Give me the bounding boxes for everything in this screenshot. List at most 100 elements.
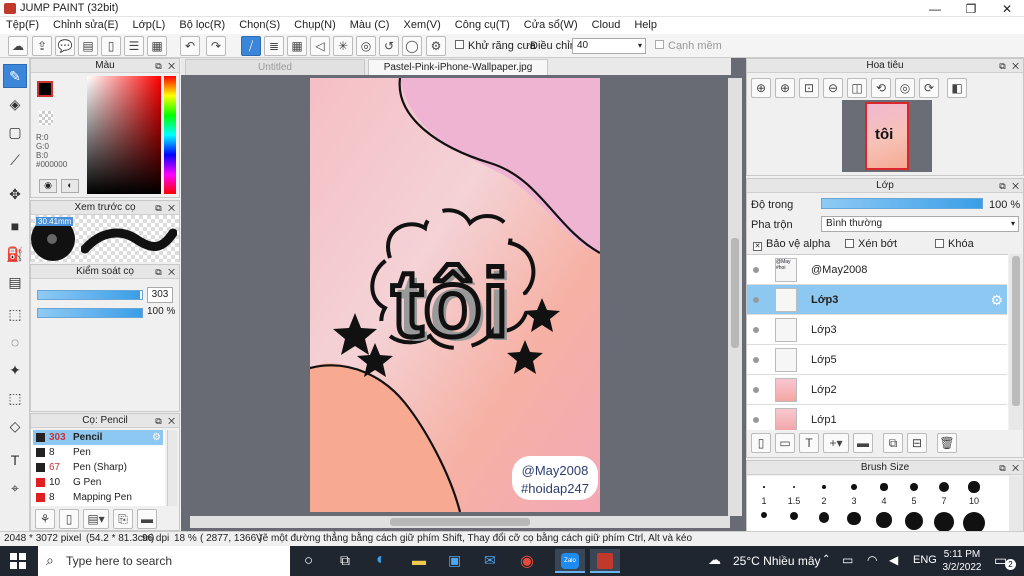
layer-row[interactable]: Lớp2 <box>747 375 1007 405</box>
actual-size-icon[interactable]: ◫ <box>847 78 867 98</box>
brush-size-option[interactable]: 5 <box>899 478 929 530</box>
menu-tools[interactable]: Công cụ(T) <box>455 17 510 34</box>
gradient-tool-icon[interactable]: ▤ <box>3 270 27 294</box>
artwork-canvas[interactable]: tôi tôi @May2008 #hoidap247 <box>310 78 600 512</box>
visibility-icon[interactable] <box>753 327 759 333</box>
brush-size-slider[interactable] <box>37 290 143 300</box>
move-tool-icon[interactable]: ✥ <box>3 182 27 206</box>
tray-chevron-icon[interactable]: ⌃ <box>822 554 830 565</box>
windows-start-icon[interactable] <box>10 553 26 569</box>
edge-icon[interactable]: ◐ <box>376 551 386 569</box>
menu-select[interactable]: Chọn(S) <box>239 17 280 34</box>
vertical-scrollbar[interactable] <box>728 78 742 516</box>
network-icon[interactable]: ▭ <box>842 553 853 567</box>
duplicate-layer-icon[interactable]: ⧉ <box>883 433 903 453</box>
lock-checkbox[interactable]: Khóa <box>935 238 974 250</box>
layer-row[interactable]: Lớp3 <box>747 315 1007 345</box>
menu-file[interactable]: Tệp(F) <box>6 17 39 34</box>
eyedrop-color-icon[interactable]: ◐ <box>61 179 79 193</box>
vertical-scroll-thumb[interactable] <box>731 238 739 348</box>
menu-view[interactable]: Xem(V) <box>403 17 440 34</box>
rotate-right-icon[interactable]: ⟳ <box>919 78 939 98</box>
panel-window-icon[interactable]: ⧉ ✕ <box>155 60 177 73</box>
zoom-reset-icon[interactable]: ⊕ <box>751 78 771 98</box>
mail-icon[interactable]: ✉ <box>484 552 496 569</box>
brush-size-option[interactable]: 7 <box>929 478 959 533</box>
cloud-icon[interactable]: ☁ <box>8 36 28 56</box>
perspective-icon[interactable]: ◁ <box>310 36 330 56</box>
brush-tool-icon[interactable]: ✎ <box>3 64 27 88</box>
brush-opacity-slider[interactable] <box>37 308 143 318</box>
transparent-swatch[interactable] <box>39 111 53 125</box>
menu-filter[interactable]: Bộ lọc(R) <box>179 17 225 34</box>
bucket-tool-icon[interactable]: ⛽ <box>3 242 27 266</box>
grid-pattern-icon[interactable]: ▦ <box>287 36 307 56</box>
maximize-button[interactable]: ❐ <box>954 0 988 17</box>
straight-line-icon[interactable]: ⧸ <box>241 36 261 56</box>
layer-row[interactable]: @May #hoi @May2008 <box>747 255 1007 285</box>
brush-item-pencil[interactable]: 303 Pencil ⚙ <box>33 430 163 445</box>
protect-alpha-checkbox[interactable]: ✕ Bảo vệ alpha <box>753 238 830 251</box>
new-raster-layer-icon[interactable]: ▭ <box>775 433 795 453</box>
zalo-icon[interactable]: Zalo <box>555 549 585 573</box>
merge-layer-icon[interactable]: ⊟ <box>907 433 927 453</box>
layer-scroll-thumb[interactable] <box>1012 256 1020 406</box>
clip-checkbox[interactable]: Xén bớt <box>845 238 897 250</box>
soft-edge-checkbox[interactable]: Cạnh mềm <box>655 40 722 52</box>
brush-size-option[interactable]: 4 <box>869 478 899 528</box>
list-icon[interactable]: ☰ <box>124 36 144 56</box>
rectangle-tool-icon[interactable]: ▢ <box>3 120 27 144</box>
brush-size-option[interactable]: 1.5 <box>779 478 809 521</box>
layer-row[interactable]: Lớp5 <box>747 345 1007 375</box>
brush-size-scrollbar[interactable] <box>1009 476 1023 531</box>
menu-edit[interactable]: Chỉnh sửa(E) <box>53 17 118 34</box>
hatch-icon[interactable]: ≣ <box>264 36 284 56</box>
select-eraser-tool-icon[interactable]: ◇ <box>3 414 27 438</box>
weather-text[interactable]: 25°C Nhiều mây <box>733 554 821 568</box>
horizontal-scroll-thumb[interactable] <box>390 518 530 526</box>
tab-wallpaper[interactable]: Pastel-Pink-iPhone-Wallpaper.jpg <box>368 59 548 75</box>
visibility-icon[interactable] <box>753 387 759 393</box>
antialias-checkbox[interactable]: Khử răng cưa <box>455 40 536 52</box>
add-brush-icon[interactable]: ⚘ <box>35 509 55 529</box>
panel-window-icon[interactable]: ⧉ ✕ <box>155 266 177 279</box>
menu-layer[interactable]: Lớp(L) <box>132 17 165 34</box>
language-indicator[interactable]: ENG <box>913 554 937 566</box>
adjust-select[interactable]: 40 ▾ <box>572 38 646 54</box>
curve-icon[interactable]: ↺ <box>379 36 399 56</box>
cortana-icon[interactable]: ○ <box>304 552 313 569</box>
rotate-left-icon[interactable]: ⟲ <box>871 78 891 98</box>
visibility-icon[interactable] <box>753 357 759 363</box>
new-brush-icon[interactable]: ▯ <box>59 509 79 529</box>
file-explorer-icon[interactable]: ▬ <box>412 552 426 568</box>
panel-window-icon[interactable]: ⧉ ✕ <box>155 415 177 428</box>
layer-row[interactable]: Lớp1 <box>747 405 1007 430</box>
layer-folder-icon[interactable]: ▬ <box>853 433 873 453</box>
visibility-icon[interactable] <box>753 267 759 273</box>
brush-item-pen-sharp[interactable]: 67 Pen (Sharp) <box>33 460 163 475</box>
folder-icon[interactable]: ▬ <box>137 509 157 529</box>
tab-untitled[interactable]: Untitled <box>185 59 365 75</box>
line-tool-icon[interactable]: ⟋ <box>3 148 27 172</box>
taskbar-search[interactable]: ⌕ Type here to search <box>38 546 290 576</box>
lasso-tool-icon[interactable]: ◌ <box>3 330 27 354</box>
task-view-icon[interactable]: ⧉ <box>340 552 350 569</box>
close-button[interactable]: ✕ <box>990 0 1024 17</box>
copy-brush-icon[interactable]: ⎘ <box>113 509 133 529</box>
layer-row-selected[interactable]: Lớp3 ⚙ <box>747 285 1007 315</box>
zoom-out-icon[interactable]: ⊖ <box>823 78 843 98</box>
new-layer-icon[interactable]: ▯ <box>751 433 771 453</box>
menu-cloud[interactable]: Cloud <box>592 17 621 34</box>
navigator-preview[interactable]: tôi <box>842 100 932 172</box>
grid-icon[interactable]: ▦ <box>147 36 167 56</box>
jump-paint-taskbar-icon[interactable] <box>590 549 620 573</box>
blend-mode-select[interactable]: Bình thường ▾ <box>821 216 1019 232</box>
store-icon[interactable]: ▣ <box>448 552 461 569</box>
visibility-icon[interactable] <box>753 297 759 303</box>
menu-capture[interactable]: Chụp(N) <box>294 17 336 34</box>
menu-color[interactable]: Màu (C) <box>350 17 390 34</box>
zoom-in-icon[interactable]: ⊕ <box>775 78 795 98</box>
gear-icon[interactable]: ⚙ <box>990 292 1003 309</box>
trash-icon[interactable]: 🗑 <box>937 433 957 453</box>
flip-icon[interactable]: ◧ <box>947 78 967 98</box>
